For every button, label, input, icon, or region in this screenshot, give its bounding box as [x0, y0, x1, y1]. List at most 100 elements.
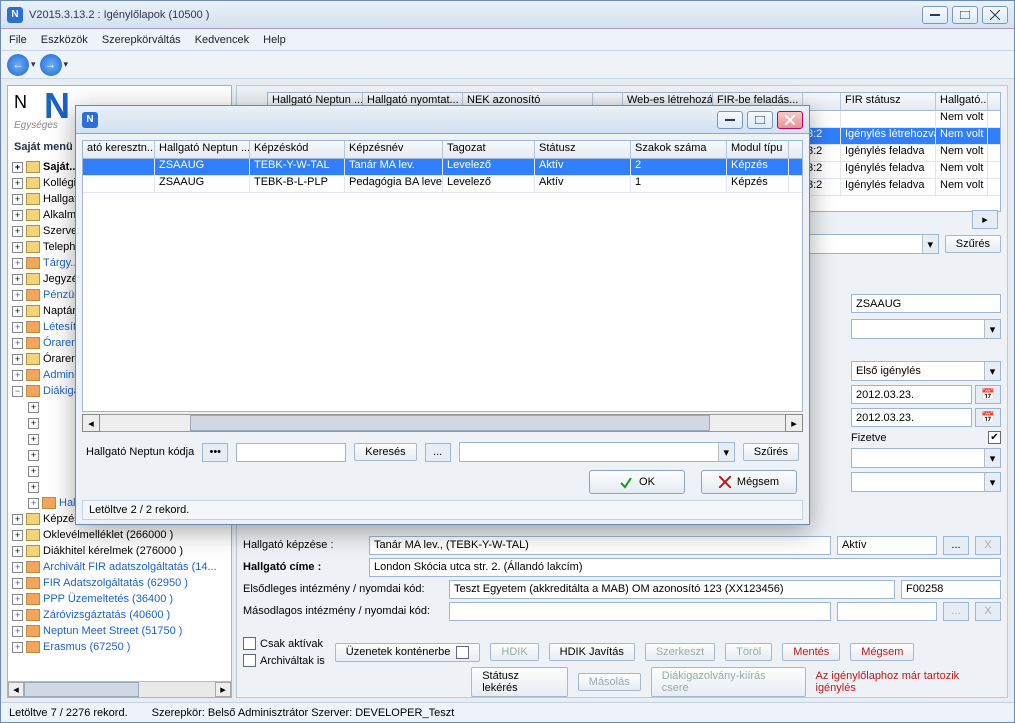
masod-code-field[interactable]: [837, 602, 937, 621]
expand-icon[interactable]: +: [28, 434, 39, 445]
expand-icon[interactable]: +: [12, 610, 23, 621]
scroll-left-button[interactable]: ◂: [8, 682, 24, 697]
kereses-more-button[interactable]: ...: [425, 443, 451, 462]
combo-3[interactable]: ▾: [851, 472, 1001, 492]
column-header[interactable]: Hallgató Neptun ...: [155, 141, 250, 158]
tree-item[interactable]: +Neptun Meet Street (51750 ): [10, 623, 231, 639]
archivaltak-checkbox[interactable]: [243, 654, 256, 667]
column-header[interactable]: Képzéskód: [250, 141, 345, 158]
csak-aktivak-checkbox[interactable]: [243, 637, 256, 650]
column-header[interactable]: Szakok száma: [631, 141, 727, 158]
expand-icon[interactable]: +: [12, 242, 23, 253]
expand-icon[interactable]: +: [12, 258, 23, 269]
masod-field[interactable]: [449, 602, 831, 621]
kereses-button[interactable]: Keresés: [354, 443, 416, 461]
expand-icon[interactable]: +: [12, 562, 23, 573]
menu-file[interactable]: File: [9, 34, 27, 46]
dialog-scroll-left[interactable]: ◂: [82, 414, 100, 432]
dialog-filter-combo[interactable]: ▾: [459, 442, 735, 462]
combo-1[interactable]: ▾: [851, 319, 1001, 339]
tree-item[interactable]: +Záróvizsgáztatás (40600 ): [10, 607, 231, 623]
expand-icon[interactable]: +: [12, 226, 23, 237]
expand-icon[interactable]: +: [12, 530, 23, 541]
scroll-right-button[interactable]: ▸: [215, 682, 231, 697]
column-header[interactable]: FIR státusz: [841, 93, 936, 110]
szerkeszt-button[interactable]: Szerkeszt: [645, 643, 715, 661]
kiiras-csere-button[interactable]: Diákigazolvány-kiírás csere: [651, 667, 806, 697]
expand-icon[interactable]: +: [12, 338, 23, 349]
fizetve-checkbox[interactable]: [988, 431, 1001, 444]
hdik-button[interactable]: HDIK: [490, 643, 538, 661]
statusz-lekeres-button[interactable]: Státusz lekérés: [471, 667, 568, 697]
expand-icon[interactable]: +: [12, 626, 23, 637]
uzenetek-button[interactable]: Üzenetek konténerbe: [335, 643, 481, 662]
nav-forward-dropdown[interactable]: ▾: [64, 59, 69, 70]
tree-item[interactable]: +Archivált FIR adatszolgáltatás (14...: [10, 559, 231, 575]
column-header[interactable]: Képzésnév: [345, 141, 443, 158]
neptun-kod-input[interactable]: [236, 443, 346, 462]
nav-back-dropdown[interactable]: ▾: [31, 59, 36, 70]
dialog-close-button[interactable]: [777, 111, 803, 129]
mentes-button[interactable]: Mentés: [782, 643, 840, 661]
date1-picker-icon[interactable]: 📅: [975, 385, 1001, 404]
combo-elso-igenyles[interactable]: Első igénylés▾: [851, 361, 1001, 381]
tree-item[interactable]: +Diákhitel kérelmek (276000 ): [10, 543, 231, 559]
dialog-minimize-button[interactable]: [717, 111, 743, 129]
hdik-javitas-button[interactable]: HDIK Javítás: [549, 643, 635, 661]
close-button[interactable]: [982, 6, 1008, 24]
dialog-szures-button[interactable]: Szűrés: [743, 443, 799, 461]
expand-icon[interactable]: +: [12, 210, 23, 221]
table-row[interactable]: ZSAAUGTEBK-B-L-PLPPedagógia BA levelLeve…: [83, 176, 802, 193]
expand-icon[interactable]: +: [12, 370, 23, 381]
expand-icon[interactable]: +: [12, 514, 23, 525]
masolas-button[interactable]: Másolás: [578, 673, 641, 691]
chevron-down-icon[interactable]: ▾: [718, 443, 734, 461]
expand-icon[interactable]: +: [28, 418, 39, 429]
tree-item[interactable]: +FIR Adatszolgáltatás (62950 ): [10, 575, 231, 591]
tree-item[interactable]: +Oklevélmelléklet (266000 ): [10, 527, 231, 543]
expand-icon[interactable]: +: [28, 482, 39, 493]
date2-picker-icon[interactable]: 📅: [975, 408, 1001, 427]
tree-item[interactable]: +Erasmus (67250 ): [10, 639, 231, 655]
nav-forward-button[interactable]: →: [40, 54, 62, 76]
dialog-titlebar[interactable]: N: [76, 106, 809, 134]
expand-icon[interactable]: −: [12, 386, 23, 397]
neptun-kod-mask-button[interactable]: •••: [202, 443, 228, 462]
combo-2[interactable]: ▾: [851, 448, 1001, 468]
minimize-button[interactable]: [922, 6, 948, 24]
frissites-button[interactable]: Frissítés: [916, 85, 980, 86]
dialog-scroll-right[interactable]: ▸: [785, 414, 803, 432]
expand-icon[interactable]: +: [12, 290, 23, 301]
column-header[interactable]: Státusz: [535, 141, 631, 158]
tree-item[interactable]: +PPP Üzemeltetés (36400 ): [10, 591, 231, 607]
expand-icon[interactable]: +: [28, 466, 39, 477]
menu-szerepkor[interactable]: Szerepkörváltás: [102, 34, 181, 46]
uzenetek-checkbox[interactable]: [456, 646, 469, 659]
expand-icon[interactable]: +: [28, 450, 39, 461]
expand-icon[interactable]: +: [12, 546, 23, 557]
menu-help[interactable]: Help: [263, 34, 286, 46]
expand-icon[interactable]: +: [12, 194, 23, 205]
maximize-button[interactable]: [952, 6, 978, 24]
column-header[interactable]: Modul típu: [727, 141, 789, 158]
expand-icon[interactable]: +: [12, 322, 23, 333]
nav-back-button[interactable]: ←: [7, 54, 29, 76]
grid-scroll-right[interactable]: ▸: [972, 210, 998, 229]
expand-icon[interactable]: +: [12, 162, 23, 173]
menu-eszkozok[interactable]: Eszközök: [41, 34, 88, 46]
column-header[interactable]: ató keresztn...: [83, 141, 155, 158]
column-header[interactable]: Tagozat: [443, 141, 535, 158]
tree-hscroll[interactable]: ◂ ▸: [8, 681, 231, 697]
torol-button[interactable]: Töröl: [725, 643, 772, 661]
szures-button[interactable]: Szűrés: [945, 235, 1001, 253]
dialog-maximize-button[interactable]: [747, 111, 773, 129]
expand-icon[interactable]: +: [12, 306, 23, 317]
table-row[interactable]: ZSAAUGTEBK-Y-W-TALTanár MA lev.LevelezőA…: [83, 159, 802, 176]
expand-icon[interactable]: +: [12, 354, 23, 365]
kepzes-browse-button[interactable]: ...: [943, 536, 969, 555]
chevron-down-icon[interactable]: ▾: [922, 235, 938, 253]
expand-icon[interactable]: +: [12, 178, 23, 189]
dialog-hscroll[interactable]: ◂ ▸: [82, 414, 803, 432]
date2-field[interactable]: 2012.03.23.: [851, 408, 972, 427]
dialog-cancel-button[interactable]: Mégsem: [701, 470, 797, 494]
